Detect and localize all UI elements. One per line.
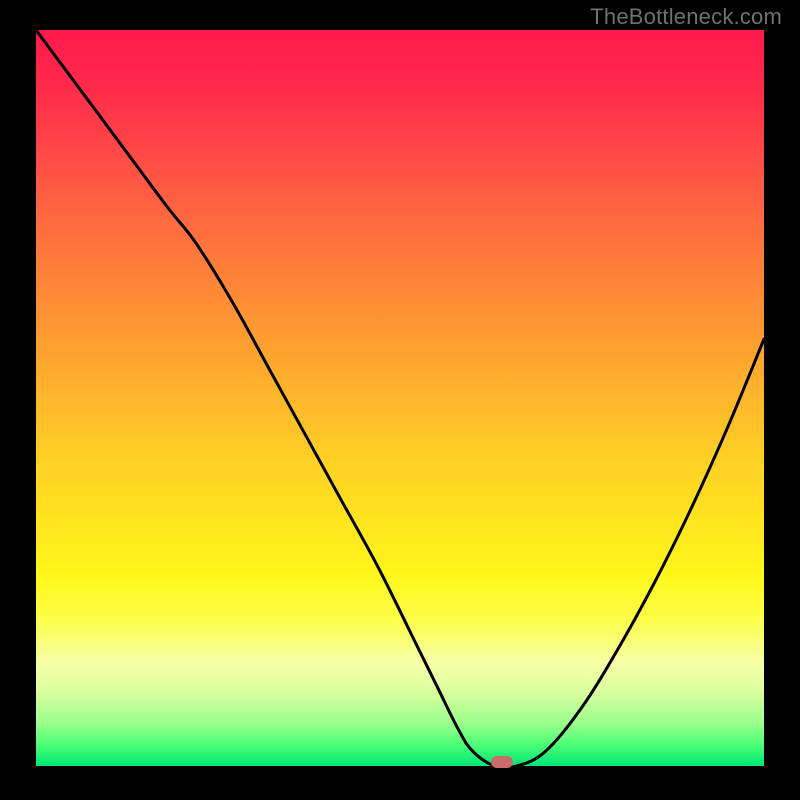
- optimal-marker: [491, 756, 513, 768]
- bottleneck-curve: [36, 30, 764, 766]
- watermark-text: TheBottleneck.com: [590, 4, 782, 30]
- plot-area: [36, 30, 764, 766]
- chart-frame: TheBottleneck.com: [0, 0, 800, 800]
